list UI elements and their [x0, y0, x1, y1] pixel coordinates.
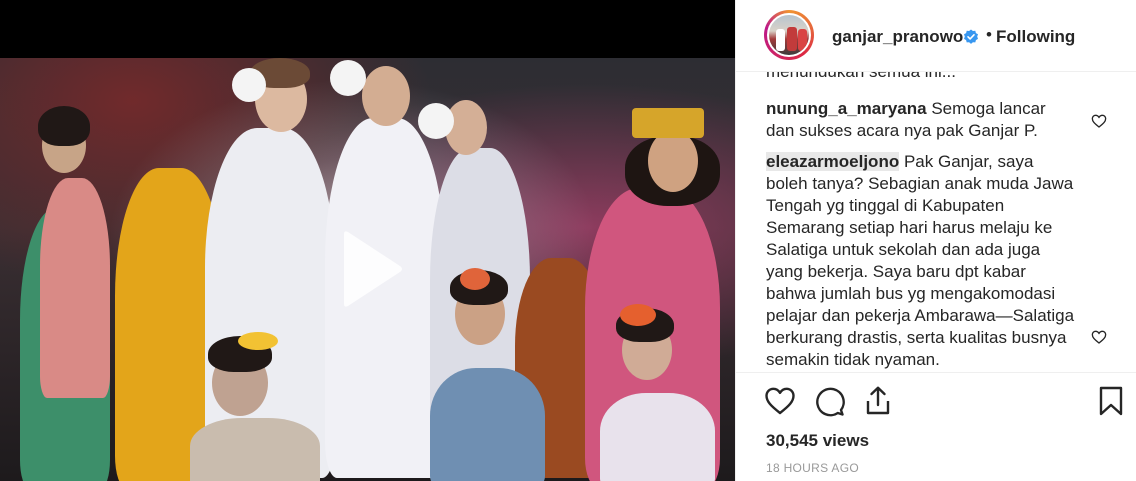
bookmark-icon[interactable] [1095, 385, 1127, 417]
comment-bubble-icon[interactable] [813, 385, 845, 417]
share-icon[interactable] [862, 385, 894, 417]
comment-username[interactable]: eleazarmoeljono [766, 152, 900, 171]
hair-flower [620, 304, 656, 326]
video-frame[interactable] [0, 58, 735, 481]
post-sidebar: ganjar_pranowo • Following menundukan se… [735, 0, 1136, 481]
hair-flower [232, 68, 266, 102]
hair-flower [418, 103, 454, 139]
performer-hair [38, 106, 90, 146]
truncated-comment-text: menundukan semua ini... [766, 72, 956, 82]
heart-icon[interactable] [764, 385, 796, 417]
hair-flower [330, 60, 366, 96]
performer-hat [632, 108, 704, 138]
performer-figure [600, 393, 715, 481]
post-header: ganjar_pranowo • Following [736, 0, 1136, 72]
comment-text: Pak Ganjar, saya boleh tanya? Sebagian a… [766, 152, 1075, 369]
comment-item: nunung_a_maryana Semoga lancar dan sukse… [766, 98, 1076, 142]
view-count[interactable]: 30,545 views [766, 431, 869, 451]
comment-username[interactable]: nunung_a_maryana [766, 99, 927, 118]
performer-figure [190, 418, 320, 481]
avatar-image [767, 13, 811, 57]
following-button[interactable]: Following [996, 27, 1075, 47]
comment-like-heart-icon[interactable] [1091, 329, 1107, 345]
header-separator: • [986, 25, 992, 44]
performer-head [362, 66, 410, 126]
username-link[interactable]: ganjar_pranowo [832, 27, 963, 47]
avatar[interactable] [764, 10, 814, 60]
comment-like-heart-icon[interactable] [1091, 113, 1107, 129]
hair-flower [238, 332, 278, 350]
comment-item: eleazarmoeljono Pak Ganjar, saya boleh t… [766, 151, 1076, 371]
post-media[interactable] [0, 0, 735, 481]
verified-badge-icon [964, 29, 978, 44]
performer-head [648, 130, 698, 192]
hair-flower [460, 268, 490, 290]
post-timestamp[interactable]: 18 HOURS AGO [766, 461, 859, 475]
comments-list[interactable]: menundukan semua ini... nunung_a_maryana… [736, 72, 1136, 372]
performer-figure [40, 178, 110, 398]
play-icon[interactable] [322, 226, 408, 312]
performer-figure [430, 368, 545, 481]
post-actions: 30,545 views 18 HOURS AGO [736, 372, 1136, 481]
